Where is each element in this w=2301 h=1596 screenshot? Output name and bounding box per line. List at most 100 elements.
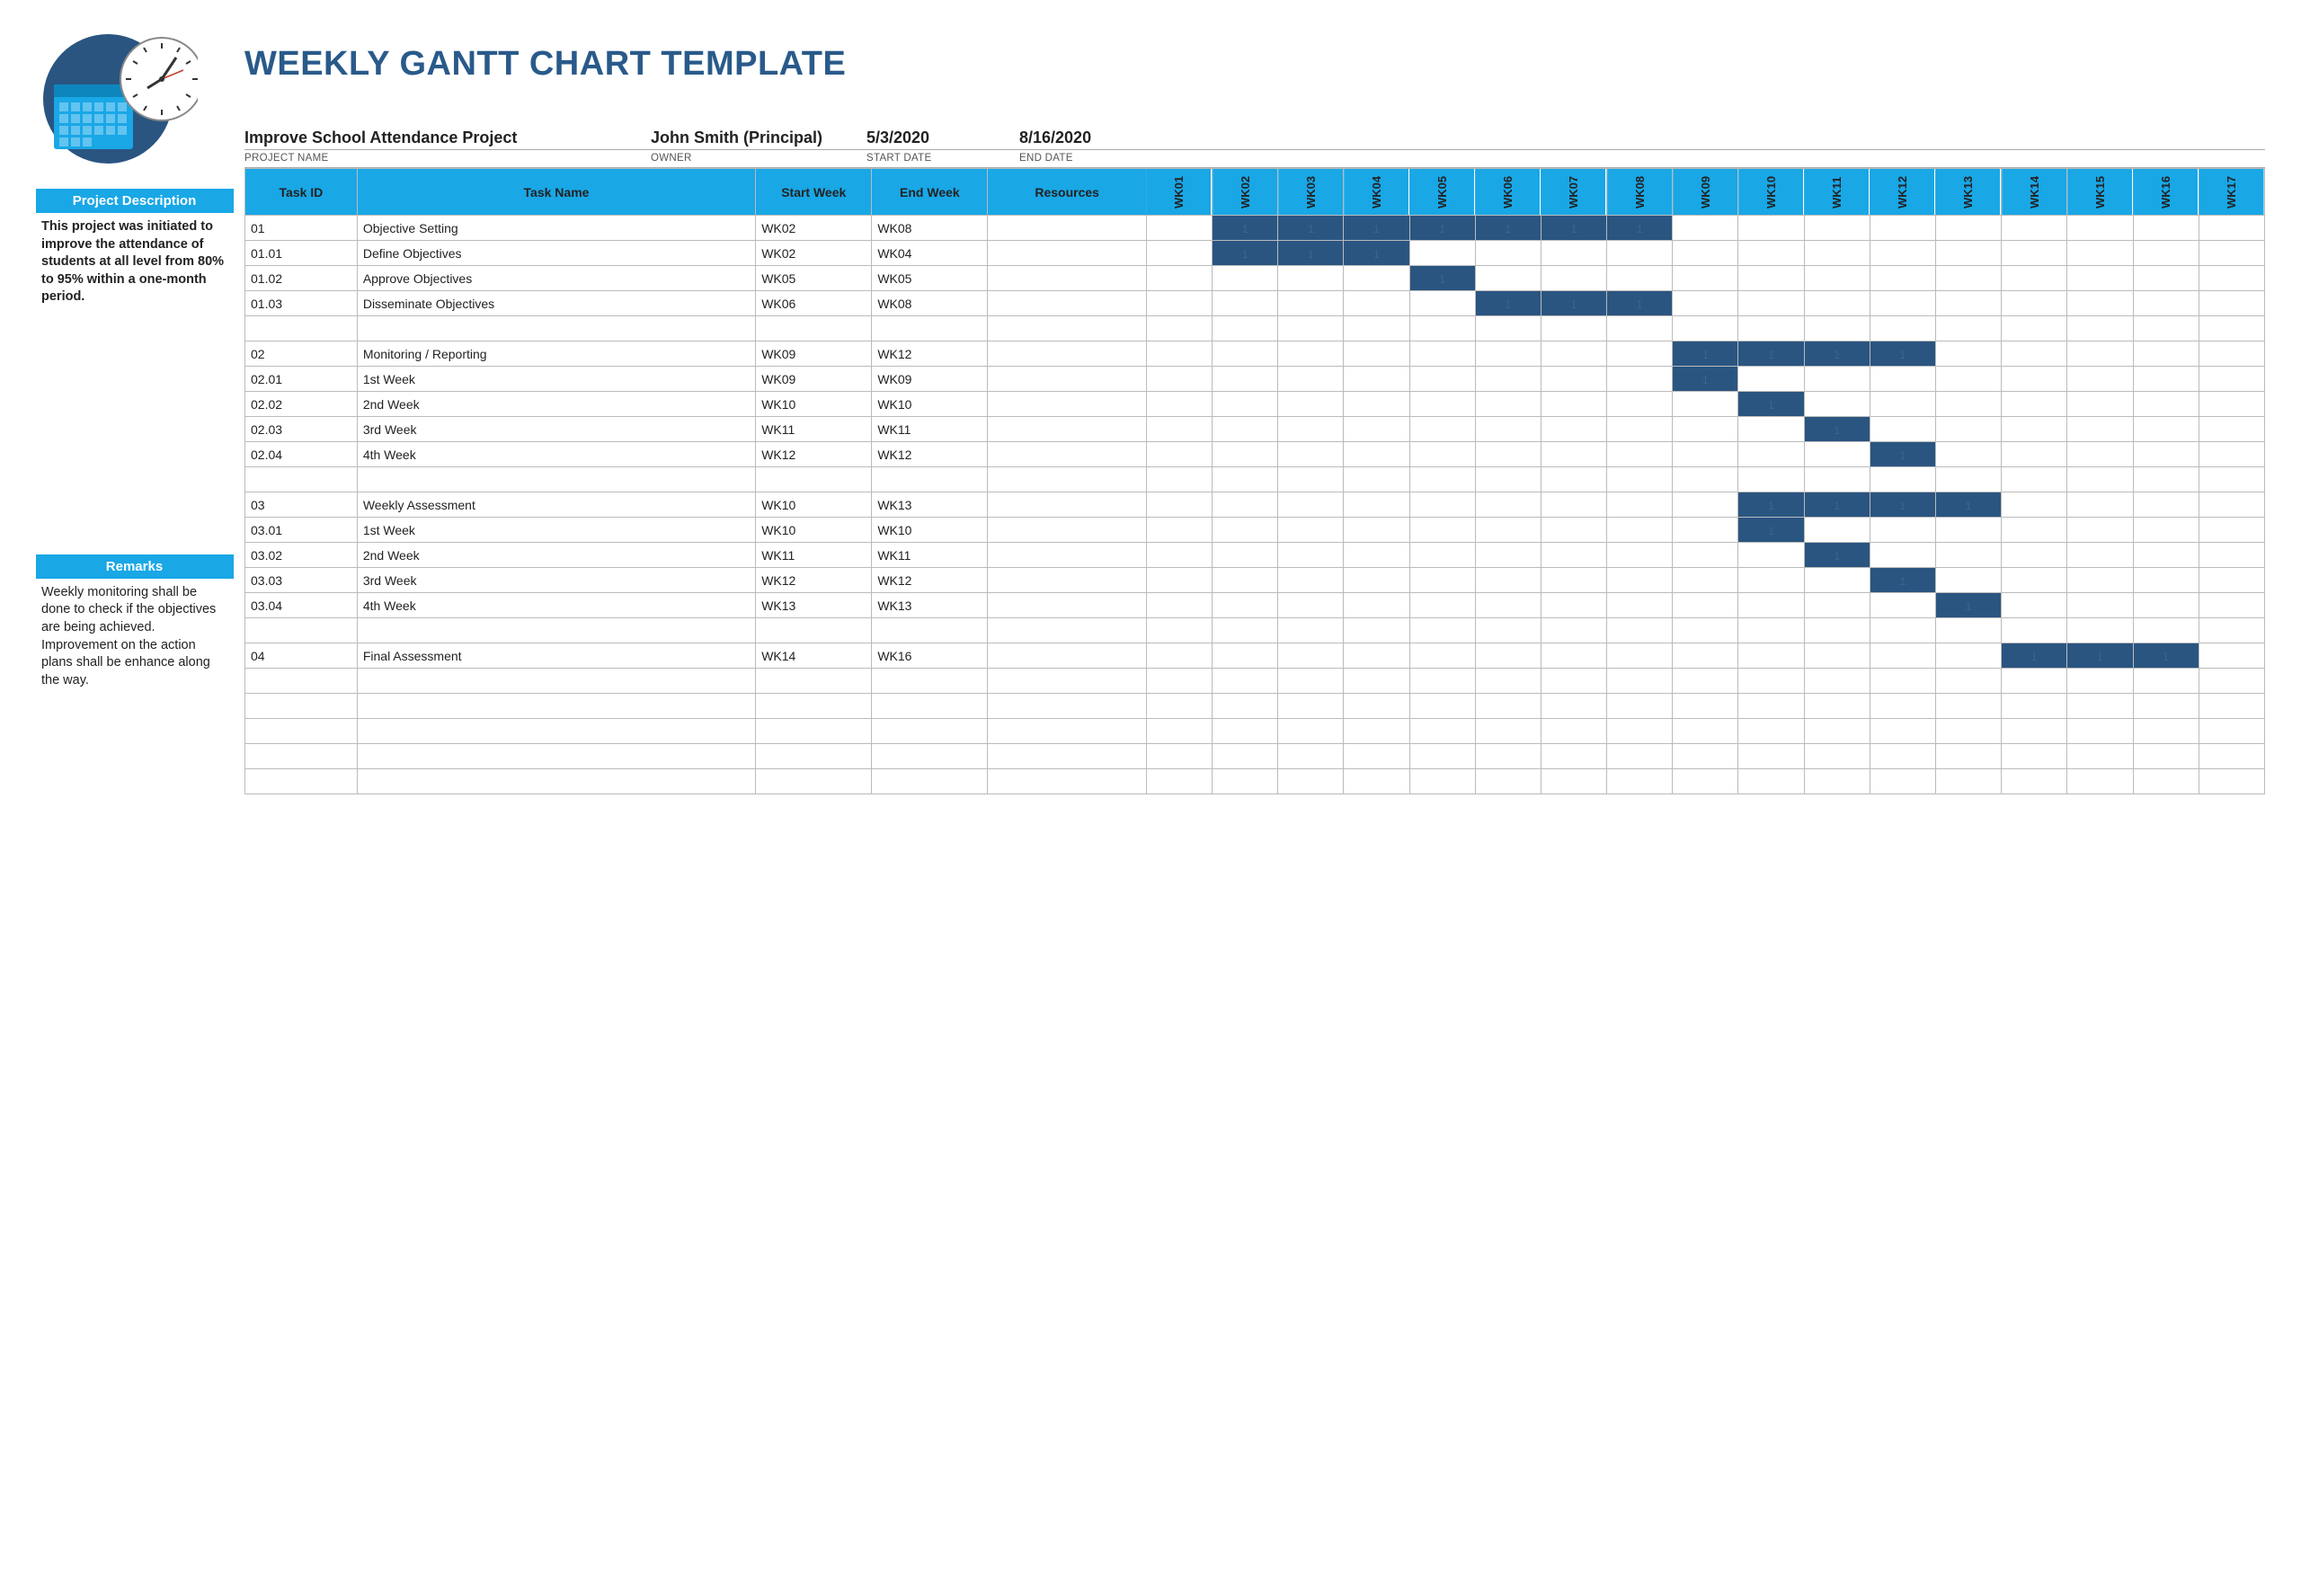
gantt-cell	[1541, 367, 1606, 392]
cell-start-week	[756, 719, 872, 744]
gantt-cell	[2067, 341, 2133, 367]
table-row	[245, 618, 2265, 643]
gantt-cell	[1475, 744, 1541, 769]
gantt-cell	[1146, 568, 1212, 593]
cell-end-week: WK12	[872, 442, 988, 467]
gantt-cell	[1804, 367, 1870, 392]
gantt-cell: 1	[1344, 241, 1409, 266]
gantt-cell: 1	[1278, 241, 1344, 266]
gantt-cell	[2002, 694, 2067, 719]
gantt-cell	[2067, 367, 2133, 392]
gantt-cell: 1	[1804, 417, 1870, 442]
gantt-cell	[1146, 316, 1212, 341]
gantt-cell	[1344, 518, 1409, 543]
gantt-cell	[1738, 266, 1804, 291]
gantt-cell	[2133, 492, 2199, 518]
gantt-cell	[1935, 694, 2001, 719]
col-week-WK05: WK05	[1409, 169, 1475, 216]
gantt-cell	[1870, 618, 1935, 643]
start-date-value: 5/3/2020	[866, 129, 1019, 149]
gantt-cell: 1	[1409, 266, 1475, 291]
gantt-cell	[1475, 568, 1541, 593]
gantt-cell	[2199, 669, 2264, 694]
cell-task-name: Objective Setting	[357, 216, 755, 241]
gantt-cell	[1541, 442, 1606, 467]
cell-task-id: 02.02	[245, 392, 358, 417]
cell-resources	[988, 367, 1146, 392]
gantt-cell	[1278, 669, 1344, 694]
gantt-cell	[1935, 392, 2001, 417]
gantt-cell	[1935, 467, 2001, 492]
cell-task-name: Weekly Assessment	[357, 492, 755, 518]
gantt-cell	[1541, 341, 1606, 367]
gantt-cell	[2002, 241, 2067, 266]
gantt-cell	[1475, 341, 1541, 367]
table-row: 02.011st WeekWK09WK091	[245, 367, 2265, 392]
gantt-cell	[1935, 719, 2001, 744]
cell-resources	[988, 669, 1146, 694]
col-week-WK14: WK14	[2002, 169, 2067, 216]
table-row: 03.044th WeekWK13WK131	[245, 593, 2265, 618]
gantt-cell	[1870, 367, 1935, 392]
gantt-cell	[1673, 568, 1738, 593]
gantt-cell	[1738, 316, 1804, 341]
gantt-cell	[1738, 417, 1804, 442]
gantt-cell	[1673, 467, 1738, 492]
gantt-cell	[2199, 392, 2264, 417]
gantt-cell	[1870, 694, 1935, 719]
cell-resources	[988, 341, 1146, 367]
gantt-cell	[1673, 266, 1738, 291]
cell-task-name: 3rd Week	[357, 568, 755, 593]
cell-task-id: 01.03	[245, 291, 358, 316]
cell-start-week: WK10	[756, 518, 872, 543]
table-row: 02.044th WeekWK12WK121	[245, 442, 2265, 467]
project-name-value: Improve School Attendance Project	[244, 129, 651, 149]
cell-task-id	[245, 719, 358, 744]
gantt-cell	[2067, 241, 2133, 266]
cell-resources	[988, 216, 1146, 241]
gantt-cell	[1804, 467, 1870, 492]
gantt-cell	[1607, 643, 1673, 669]
cell-task-name	[357, 769, 755, 794]
cell-start-week	[756, 744, 872, 769]
gantt-cell	[1344, 694, 1409, 719]
gantt-cell	[1475, 719, 1541, 744]
gantt-cell	[2199, 694, 2264, 719]
gantt-cell	[1870, 467, 1935, 492]
gantt-cell	[1146, 744, 1212, 769]
gantt-cell	[2199, 593, 2264, 618]
gantt-cell	[1541, 719, 1606, 744]
gantt-cell	[1738, 241, 1804, 266]
cell-task-name: Disseminate Objectives	[357, 291, 755, 316]
gantt-cell	[1870, 291, 1935, 316]
gantt-cell	[1935, 316, 2001, 341]
col-week-WK03: WK03	[1278, 169, 1344, 216]
table-row: 03.033rd WeekWK12WK121	[245, 568, 2265, 593]
cell-start-week: WK02	[756, 216, 872, 241]
gantt-cell	[1673, 694, 1738, 719]
cell-end-week: WK05	[872, 266, 988, 291]
gantt-cell	[1146, 341, 1212, 367]
gantt-cell	[2133, 341, 2199, 367]
gantt-cell	[1935, 643, 2001, 669]
cell-end-week	[872, 467, 988, 492]
gantt-cell	[1344, 266, 1409, 291]
gantt-cell	[1738, 744, 1804, 769]
gantt-cell	[1870, 518, 1935, 543]
project-description-body: This project was initiated to improve th…	[36, 213, 234, 312]
gantt-cell	[1804, 744, 1870, 769]
remarks-body: Weekly monitoring shall be done to check…	[36, 579, 234, 695]
cell-task-name	[357, 744, 755, 769]
table-row	[245, 316, 2265, 341]
gantt-cell	[1607, 266, 1673, 291]
gantt-cell	[1213, 367, 1278, 392]
gantt-cell	[1607, 467, 1673, 492]
table-row: 04Final AssessmentWK14WK16111	[245, 643, 2265, 669]
gantt-cell	[1409, 618, 1475, 643]
table-row: 01Objective SettingWK02WK081111111	[245, 216, 2265, 241]
gantt-cell	[1146, 769, 1212, 794]
gantt-cell	[2133, 744, 2199, 769]
gantt-cell	[1935, 341, 2001, 367]
gantt-cell	[2199, 367, 2264, 392]
gantt-cell	[1475, 669, 1541, 694]
